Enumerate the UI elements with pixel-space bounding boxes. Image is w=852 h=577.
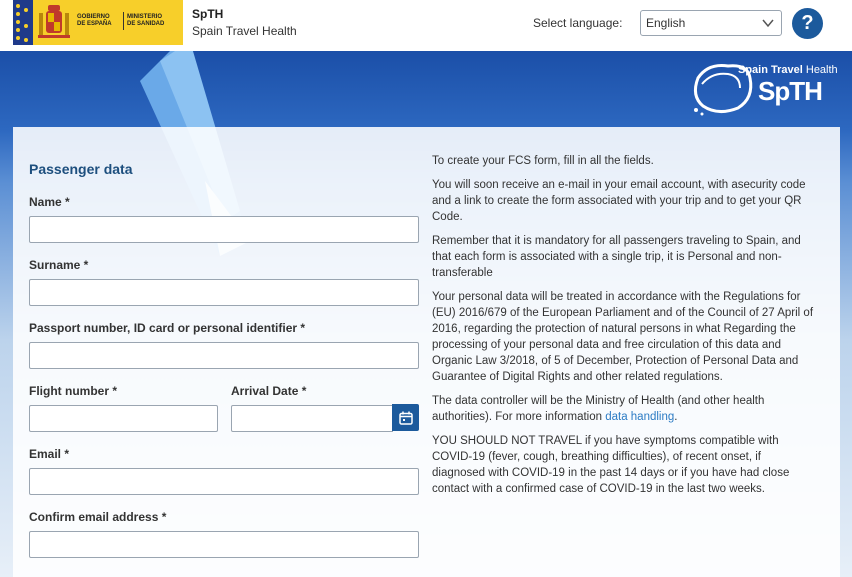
confirm-email-label: Confirm email address * [29, 510, 167, 524]
info-paragraph-instructions: To create your FCS form, fill in all the… [432, 155, 654, 167]
email-input[interactable] [29, 468, 419, 495]
surname-label: Surname * [29, 258, 89, 272]
eu-flag-strip [13, 0, 33, 45]
passport-label: Passport number, ID card or personal ide… [29, 321, 306, 335]
language-label: Select language: [533, 16, 623, 30]
name-input[interactable] [29, 216, 419, 243]
arrival-date-label: Arrival Date * [231, 384, 307, 398]
surname-input[interactable] [29, 279, 419, 306]
data-controller-end: . [674, 411, 678, 423]
gov-logo-text-gobierno: GOBIERNO DE ESPAÑA [77, 14, 112, 27]
calendar-button[interactable] [392, 404, 419, 431]
brand-name: SpTH [758, 76, 823, 106]
brand-tagline-bold: Spain Travel [738, 64, 803, 76]
email-label: Email * [29, 447, 70, 461]
brand-tagline: Spain Travel Health [738, 64, 838, 76]
language-select-value: English [646, 16, 686, 30]
info-paragraph-data-controller: The data controller will be the Ministry… [432, 393, 816, 425]
info-text: To create your FCS form, fill in all the… [432, 153, 816, 505]
arrival-date-input[interactable] [231, 405, 393, 432]
brand-tagline-light: Health [805, 64, 838, 76]
gov-logo-text-ministerio: MINISTERIO DE SANIDAD [127, 14, 165, 27]
top-bar: GOBIERNO DE ESPAÑA MINISTERIO DE SANIDAD… [0, 0, 852, 51]
info-paragraph-email: You will soon receive an e-mail in your … [432, 179, 806, 223]
info-paragraph-mandatory: Remember that it is mandatory for all pa… [432, 235, 801, 279]
passport-input[interactable] [29, 342, 419, 369]
app-subtitle: Spain Travel Health [192, 24, 297, 38]
gov-logo-divider [123, 12, 124, 30]
language-select[interactable]: English [640, 10, 782, 36]
data-controller-text: The data controller will be the Ministry… [432, 395, 765, 423]
data-handling-link[interactable]: data handling [605, 411, 674, 423]
app-title: SpTH [192, 7, 224, 21]
flight-number-input[interactable] [29, 405, 218, 432]
calendar-icon [398, 411, 413, 425]
flight-number-label: Flight number * [29, 384, 117, 398]
name-label: Name * [29, 195, 70, 209]
section-title-passenger-data: Passenger data [29, 161, 133, 177]
info-paragraph-personal-data: Your personal data will be treated in ac… [432, 291, 814, 383]
info-paragraph-covid-warning: YOU SHOULD NOT TRAVEL if you have sympto… [432, 435, 790, 495]
coat-of-arms-icon [38, 5, 70, 38]
confirm-email-input[interactable] [29, 531, 419, 558]
help-button[interactable]: ? [792, 8, 823, 39]
government-logo[interactable]: GOBIERNO DE ESPAÑA MINISTERIO DE SANIDAD [13, 0, 183, 45]
chevron-down-icon [762, 19, 774, 28]
